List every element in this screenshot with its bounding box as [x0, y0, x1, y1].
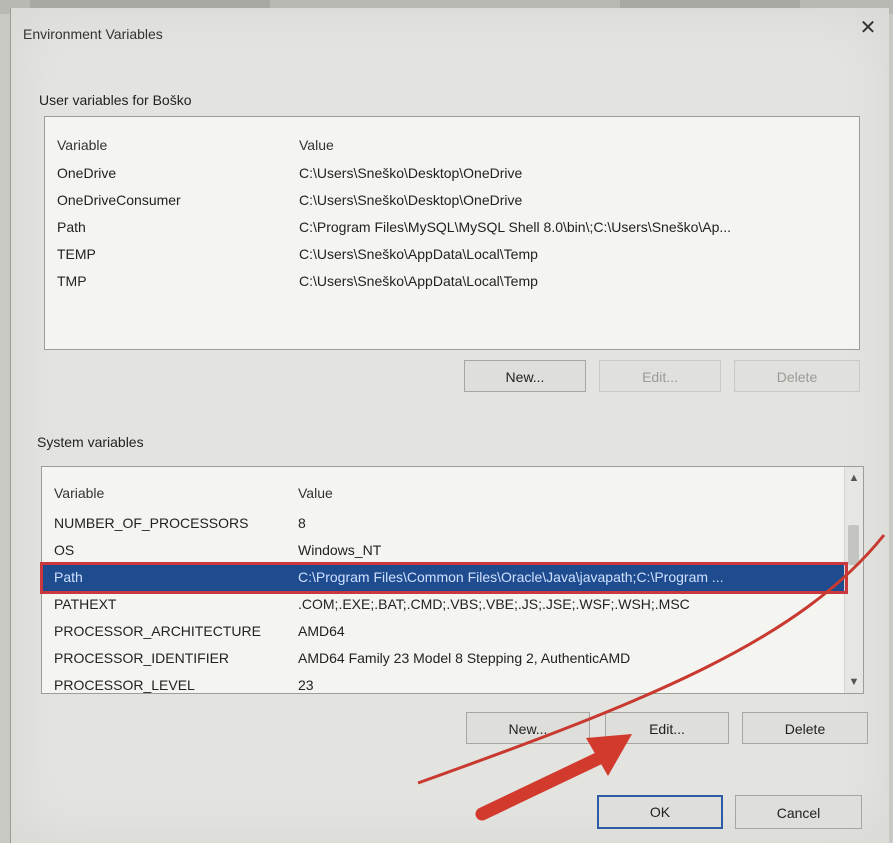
close-icon[interactable]: ✕	[856, 16, 880, 40]
variable-name: PROCESSOR_IDENTIFIER	[54, 650, 230, 666]
table-row[interactable]: OneDriveConsumer C:\Users\Sneško\Desktop…	[45, 188, 859, 214]
variable-name: OS	[54, 542, 75, 558]
table-row[interactable]: TMP C:\Users\Sneško\AppData\Local\Temp	[45, 269, 859, 295]
variable-name: Path	[57, 219, 86, 235]
system-list-header: Variable Value	[42, 481, 863, 507]
table-row[interactable]: OneDrive C:\Users\Sneško\Desktop\OneDriv…	[45, 161, 859, 187]
variable-name: TEMP	[57, 246, 96, 262]
table-row[interactable]: PROCESSOR_LEVEL 23	[42, 673, 863, 693]
variable-name: OneDrive	[57, 165, 117, 181]
variable-name: PATHEXT	[54, 596, 117, 612]
user-delete-button[interactable]: Delete	[734, 360, 860, 392]
column-header-variable[interactable]: Variable	[54, 485, 104, 501]
variable-name: PROCESSOR_LEVEL	[54, 677, 195, 693]
user-new-button[interactable]: New...	[464, 360, 586, 392]
variable-value: C:\Users\Sneško\AppData\Local\Temp	[299, 273, 538, 289]
selection-highlight-outline	[40, 562, 848, 594]
dialog-title: Environment Variables	[23, 26, 163, 42]
cancel-button[interactable]: Cancel	[735, 795, 862, 829]
variable-name: NUMBER_OF_PROCESSORS	[54, 515, 249, 531]
chevron-up-icon[interactable]: ▲	[845, 469, 863, 487]
variable-value: AMD64 Family 23 Model 8 Stepping 2, Auth…	[298, 650, 631, 666]
table-row[interactable]: Path C:\Program Files\MySQL\MySQL Shell …	[45, 215, 859, 241]
table-row[interactable]: NUMBER_OF_PROCESSORS 8	[42, 511, 863, 537]
user-edit-button[interactable]: Edit...	[599, 360, 721, 392]
table-row[interactable]: TEMP C:\Users\Sneško\AppData\Local\Temp	[45, 242, 859, 268]
variable-value: 23	[298, 677, 314, 693]
variable-value: AMD64	[298, 623, 345, 639]
variable-name: TMP	[57, 273, 87, 289]
chevron-down-icon[interactable]: ▼	[845, 673, 863, 691]
table-row[interactable]: PROCESSOR_ARCHITECTURE AMD64	[42, 619, 863, 645]
variable-value: 8	[298, 515, 306, 531]
ok-button[interactable]: OK	[597, 795, 723, 829]
variable-name: PROCESSOR_ARCHITECTURE	[54, 623, 261, 639]
table-row[interactable]: PROCESSOR_IDENTIFIER AMD64 Family 23 Mod…	[42, 646, 863, 672]
variable-value: C:\Users\Sneško\Desktop\OneDrive	[299, 192, 523, 208]
system-variables-label: System variables	[37, 434, 144, 450]
user-variables-label: User variables for Boško	[39, 92, 192, 108]
user-variables-list[interactable]: Variable Value OneDrive C:\Users\Sneško\…	[44, 116, 860, 350]
variable-value: C:\Program Files\MySQL\MySQL Shell 8.0\b…	[299, 219, 732, 235]
system-edit-button[interactable]: Edit...	[605, 712, 729, 744]
variable-value: C:\Users\Sneško\AppData\Local\Temp	[299, 246, 538, 262]
variable-value: .COM;.EXE;.BAT;.CMD;.VBS;.VBE;.JS;.JSE;.…	[298, 596, 690, 612]
scrollbar-thumb[interactable]	[848, 525, 859, 565]
table-row[interactable]: PATHEXT .COM;.EXE;.BAT;.CMD;.VBS;.VBE;.J…	[42, 592, 863, 618]
column-header-value[interactable]: Value	[298, 485, 333, 501]
table-row[interactable]: OS Windows_NT	[42, 538, 863, 564]
user-list-header: Variable Value	[45, 133, 859, 159]
column-header-value[interactable]: Value	[299, 137, 334, 153]
system-delete-button[interactable]: Delete	[742, 712, 868, 744]
variable-name: OneDriveConsumer	[57, 192, 181, 208]
column-header-variable[interactable]: Variable	[57, 137, 107, 153]
system-new-button[interactable]: New...	[466, 712, 590, 744]
variable-value: C:\Users\Sneško\Desktop\OneDrive	[299, 165, 523, 181]
environment-variables-dialog: Environment Variables ✕ User variables f…	[10, 8, 889, 843]
variable-value: Windows_NT	[298, 542, 382, 558]
